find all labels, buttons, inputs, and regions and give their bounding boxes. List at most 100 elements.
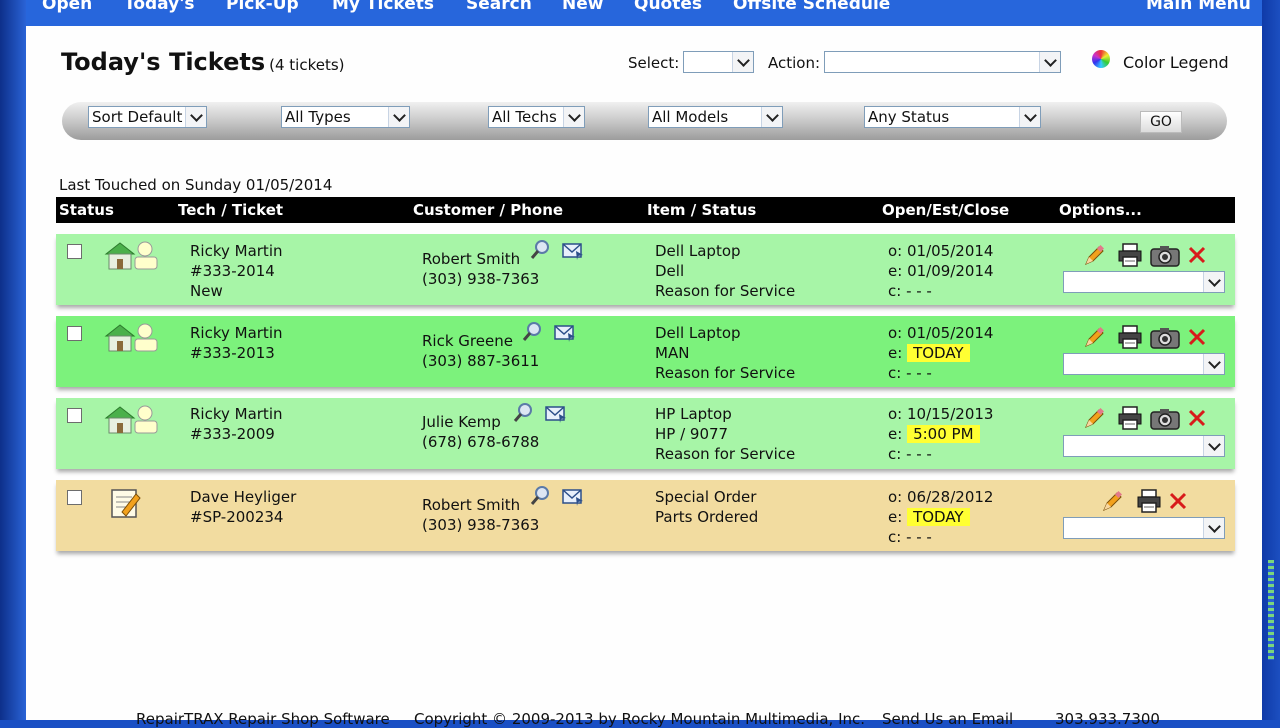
- type-filter-value: All Types: [285, 108, 351, 126]
- delete-x-icon[interactable]: [1186, 244, 1208, 266]
- customer-name[interactable]: Julie Kemp: [422, 412, 501, 432]
- sort-filter-value: Sort Default: [92, 108, 183, 126]
- tech-name: Ricky Martin: [190, 324, 283, 342]
- camera-icon[interactable]: [1149, 407, 1181, 431]
- printer-icon[interactable]: [1116, 242, 1144, 268]
- select-dropdown[interactable]: [683, 51, 754, 73]
- printer-icon[interactable]: [1116, 405, 1144, 431]
- filter-bar: [62, 102, 1227, 140]
- model-filter-value: All Models: [652, 108, 729, 126]
- status-filter[interactable]: Any Status: [864, 106, 1041, 128]
- est-prefix: e:: [888, 425, 903, 443]
- row-options-dropdown[interactable]: [1063, 271, 1225, 293]
- est-prefix: e:: [888, 344, 903, 362]
- color-legend-link[interactable]: Color Legend: [1123, 53, 1229, 72]
- chevron-down-icon: [1203, 272, 1224, 292]
- pencil-icon[interactable]: [1082, 326, 1106, 350]
- customer-phone: (303) 887-3611: [422, 352, 540, 370]
- row-checkbox[interactable]: [67, 408, 82, 423]
- go-button[interactable]: GO: [1140, 111, 1182, 133]
- nav-offsite-schedule[interactable]: Offsite Schedule: [733, 0, 890, 14]
- ticket-number[interactable]: #333-2009: [190, 424, 275, 444]
- main-content: Today's Tickets (4 tickets) Select: Actio…: [26, 26, 1262, 728]
- printer-icon[interactable]: [1135, 488, 1163, 514]
- nav-todays[interactable]: Today's: [124, 0, 195, 14]
- magnifier-icon[interactable]: [529, 485, 551, 507]
- camera-icon[interactable]: [1149, 244, 1181, 268]
- pencil-icon[interactable]: [1100, 490, 1124, 514]
- chevron-down-icon: [185, 107, 206, 127]
- row-options-dropdown[interactable]: [1063, 353, 1225, 375]
- email-icon[interactable]: [561, 485, 585, 507]
- nav-new[interactable]: New: [562, 0, 603, 14]
- est-date: e: TODAY: [888, 507, 970, 527]
- house-customer-icon: [104, 323, 158, 352]
- chevron-down-icon: [1203, 518, 1224, 538]
- tech-filter[interactable]: All Techs: [488, 106, 585, 128]
- email-icon[interactable]: [561, 239, 585, 261]
- table-header: Status Tech / Ticket Customer / Phone It…: [56, 197, 1235, 223]
- est-date: e: 5:00 PM: [888, 424, 980, 444]
- item-name: HP Laptop: [655, 405, 732, 423]
- ticket-row: Ricky Martin #333-2009 Julie Kemp (678) …: [56, 398, 1235, 469]
- model-filter[interactable]: All Models: [648, 106, 783, 128]
- ticket-row: Ricky Martin #333-2013 Rick Greene (303)…: [56, 316, 1235, 387]
- pencil-icon[interactable]: [1082, 407, 1106, 431]
- tech-name: Dave Heyliger: [190, 488, 297, 506]
- item-name: Special Order: [655, 488, 757, 506]
- item-brand: HP / 9077: [655, 425, 729, 443]
- nav-my-tickets[interactable]: My Tickets: [332, 0, 434, 14]
- frame-indicator: [1268, 560, 1274, 660]
- delete-x-icon[interactable]: [1186, 326, 1208, 348]
- nav-search[interactable]: Search: [466, 0, 532, 14]
- item-brand: Dell: [655, 262, 685, 280]
- open-date: o: 01/05/2014: [888, 324, 994, 342]
- email-icon[interactable]: [553, 321, 577, 343]
- footer-software: RepairTRAX Repair Shop Software: [136, 710, 390, 728]
- nav-quotes[interactable]: Quotes: [634, 0, 702, 14]
- close-date: c: - - -: [888, 282, 932, 300]
- type-filter[interactable]: All Types: [281, 106, 410, 128]
- row-checkbox[interactable]: [67, 326, 82, 341]
- est-badge: TODAY: [907, 508, 970, 526]
- pencil-icon[interactable]: [1082, 244, 1106, 268]
- color-wheel-icon[interactable]: [1092, 50, 1110, 68]
- tech-name: Ricky Martin: [190, 405, 283, 423]
- customer-phone: (303) 938-7363: [422, 516, 540, 534]
- customer-name[interactable]: Robert Smith: [422, 249, 520, 269]
- printer-icon[interactable]: [1116, 324, 1144, 350]
- open-date: o: 10/15/2013: [888, 405, 994, 423]
- customer-name[interactable]: Robert Smith: [422, 495, 520, 515]
- delete-x-icon[interactable]: [1186, 407, 1208, 429]
- row-checkbox[interactable]: [67, 244, 82, 259]
- email-icon[interactable]: [544, 402, 568, 424]
- nav-pickup[interactable]: Pick-Up: [226, 0, 299, 14]
- footer-email-link[interactable]: Send Us an Email: [882, 710, 1013, 728]
- open-date: o: 06/28/2012: [888, 488, 994, 506]
- est-badge: 5:00 PM: [907, 425, 980, 443]
- est-date: e: TODAY: [888, 343, 970, 363]
- magnifier-icon[interactable]: [512, 402, 534, 424]
- ticket-number[interactable]: #SP-200234: [190, 507, 283, 527]
- magnifier-icon[interactable]: [529, 239, 551, 261]
- row-options-dropdown[interactable]: [1063, 435, 1225, 457]
- magnifier-icon[interactable]: [521, 321, 543, 343]
- nav-open[interactable]: Open: [42, 0, 92, 14]
- est-prefix: e:: [888, 262, 903, 280]
- camera-icon[interactable]: [1149, 326, 1181, 350]
- ticket-number[interactable]: #333-2013: [190, 343, 275, 363]
- delete-x-icon[interactable]: [1167, 490, 1189, 512]
- status-filter-value: Any Status: [868, 108, 950, 126]
- customer-name[interactable]: Rick Greene: [422, 331, 513, 351]
- est-value: 01/09/2014: [907, 262, 994, 280]
- chevron-down-icon: [1019, 107, 1040, 127]
- sort-filter[interactable]: Sort Default: [88, 106, 207, 128]
- row-options-dropdown[interactable]: [1063, 517, 1225, 539]
- action-dropdown[interactable]: [824, 51, 1061, 73]
- customer-phone: (678) 678-6788: [422, 433, 540, 451]
- row-checkbox[interactable]: [67, 490, 82, 505]
- item-reason: Reason for Service: [655, 445, 796, 463]
- chevron-down-icon: [1203, 354, 1224, 374]
- nav-main-menu[interactable]: Main Menu: [1146, 0, 1251, 14]
- ticket-number[interactable]: #333-2014: [190, 261, 275, 281]
